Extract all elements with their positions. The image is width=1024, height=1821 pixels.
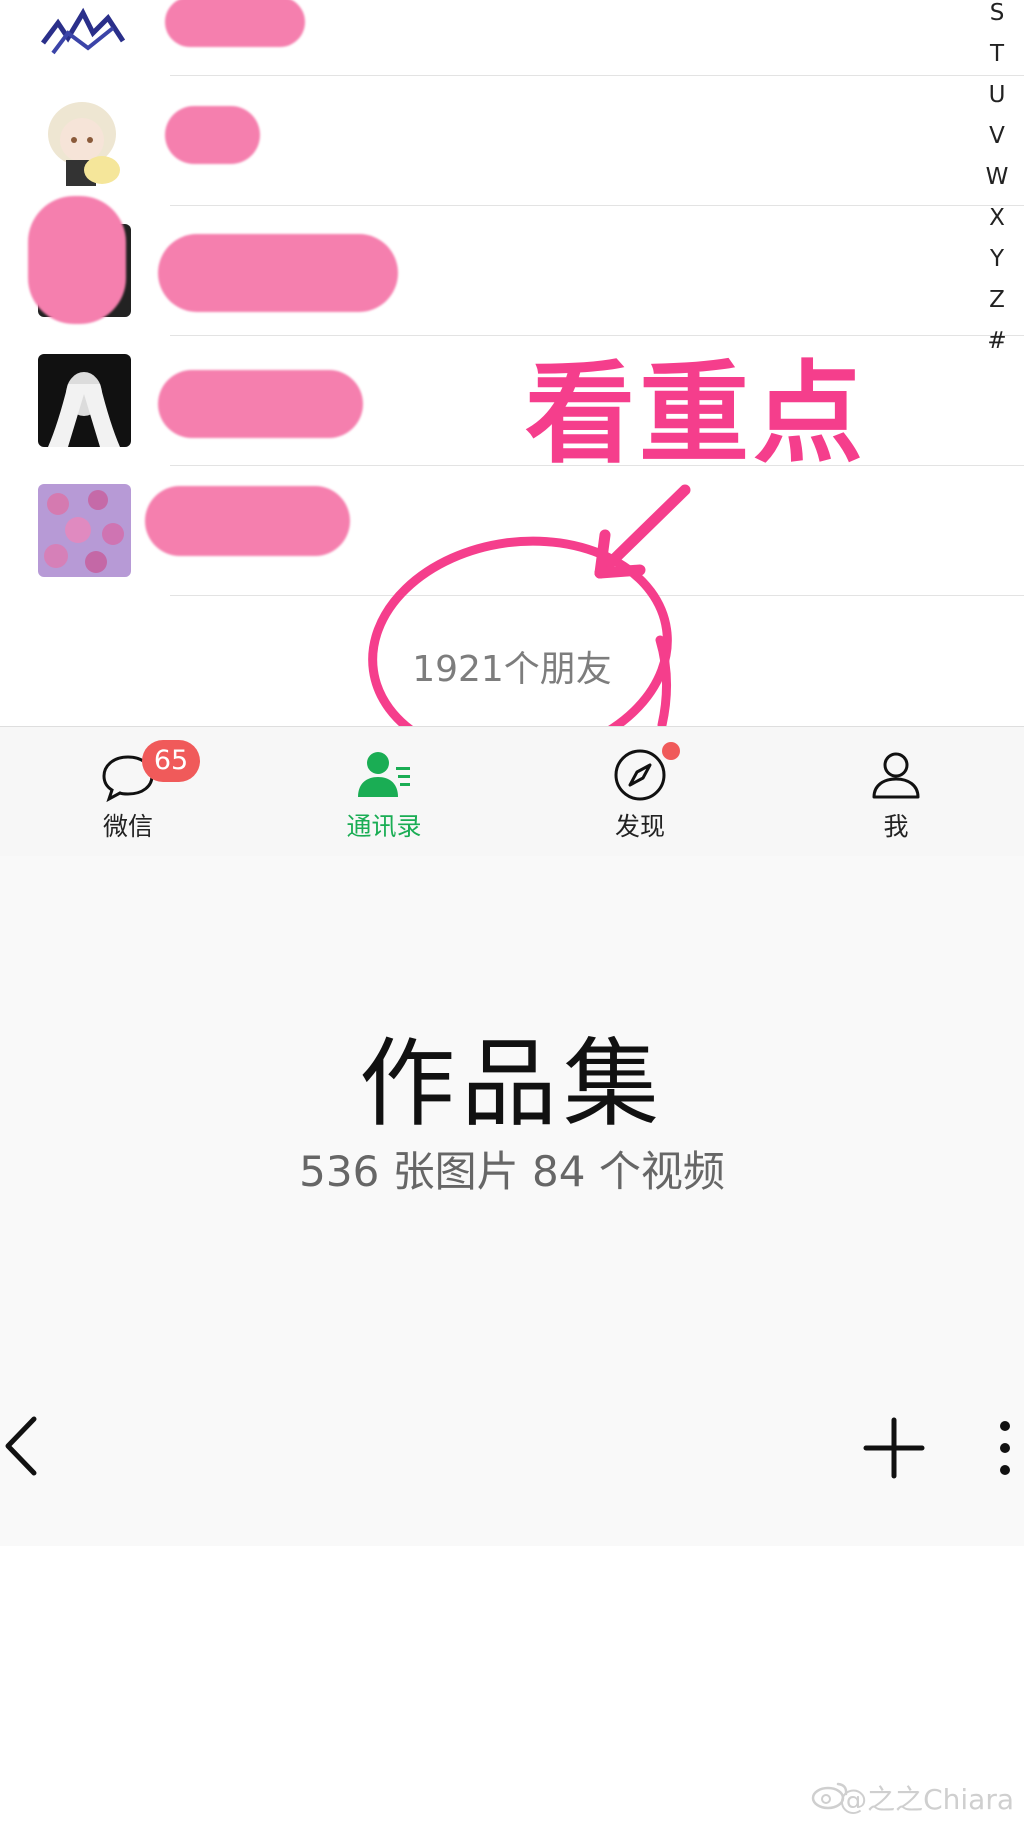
contact-row[interactable] (0, 466, 1024, 596)
tab-label: 发现 (614, 812, 665, 841)
row-divider (170, 595, 1024, 596)
contact-avatar (38, 354, 131, 447)
contact-row[interactable] (0, 0, 1024, 75)
contact-avatar (38, 94, 131, 187)
redacted-avatar (28, 196, 126, 324)
tab-me[interactable]: 我 (768, 727, 1024, 857)
alpha-index-letter[interactable]: Y (982, 246, 1012, 272)
tab-contacts[interactable]: 通讯录 (256, 727, 512, 857)
redacted-name (165, 106, 260, 164)
alpha-index-letter[interactable]: Z (982, 287, 1012, 313)
tab-chats[interactable]: 微信 (0, 727, 256, 857)
contacts-icon (358, 752, 410, 797)
contact-row[interactable] (0, 76, 1024, 206)
contact-row[interactable] (0, 196, 1024, 336)
person-icon (872, 752, 920, 799)
contact-list: S T U V W X Y Z # 1921个朋友 (0, 0, 1024, 726)
album-screen: 作品集 536 张图片 84 个视频 (0, 856, 1024, 1546)
friend-count: 1921个朋友 (412, 649, 612, 690)
watermark-text: @之之Chiara (839, 1783, 1014, 1816)
redacted-name (165, 0, 305, 47)
tab-label: 微信 (102, 812, 153, 841)
avatar-image (38, 484, 131, 577)
album-subtitle: 536 张图片 84 个视频 (299, 1147, 725, 1196)
chevron-left-icon[interactable] (0, 1411, 45, 1481)
alpha-index-letter[interactable]: X (982, 205, 1012, 231)
alpha-index-letter[interactable]: # (982, 328, 1012, 354)
more-vertical-icon[interactable] (990, 1416, 1020, 1480)
redacted-name (158, 370, 363, 438)
avatar-image (38, 354, 131, 447)
album-title: 作品集 (359, 1028, 665, 1140)
redacted-name (145, 486, 350, 556)
contact-avatar (38, 0, 131, 56)
plus-icon[interactable] (862, 1416, 926, 1480)
compass-icon (614, 749, 666, 801)
alpha-index-letter[interactable]: V (982, 123, 1012, 149)
contact-avatar (38, 484, 131, 577)
tab-label: 我 (883, 812, 909, 841)
tab-discover[interactable]: 发现 (512, 727, 768, 857)
contact-row[interactable] (0, 336, 1024, 466)
unread-badge: 65 (142, 740, 200, 782)
alpha-index-letter[interactable]: U (982, 82, 1012, 108)
discover-red-dot (662, 742, 680, 760)
tab-label: 通讯录 (346, 812, 422, 841)
redacted-name (158, 234, 398, 312)
alpha-index-letter[interactable]: S (982, 0, 1012, 26)
avatar-image (38, 0, 131, 56)
avatar-image (38, 94, 131, 187)
alpha-index-letter[interactable]: W (982, 164, 1012, 190)
alpha-index-letter[interactable]: T (982, 41, 1012, 67)
